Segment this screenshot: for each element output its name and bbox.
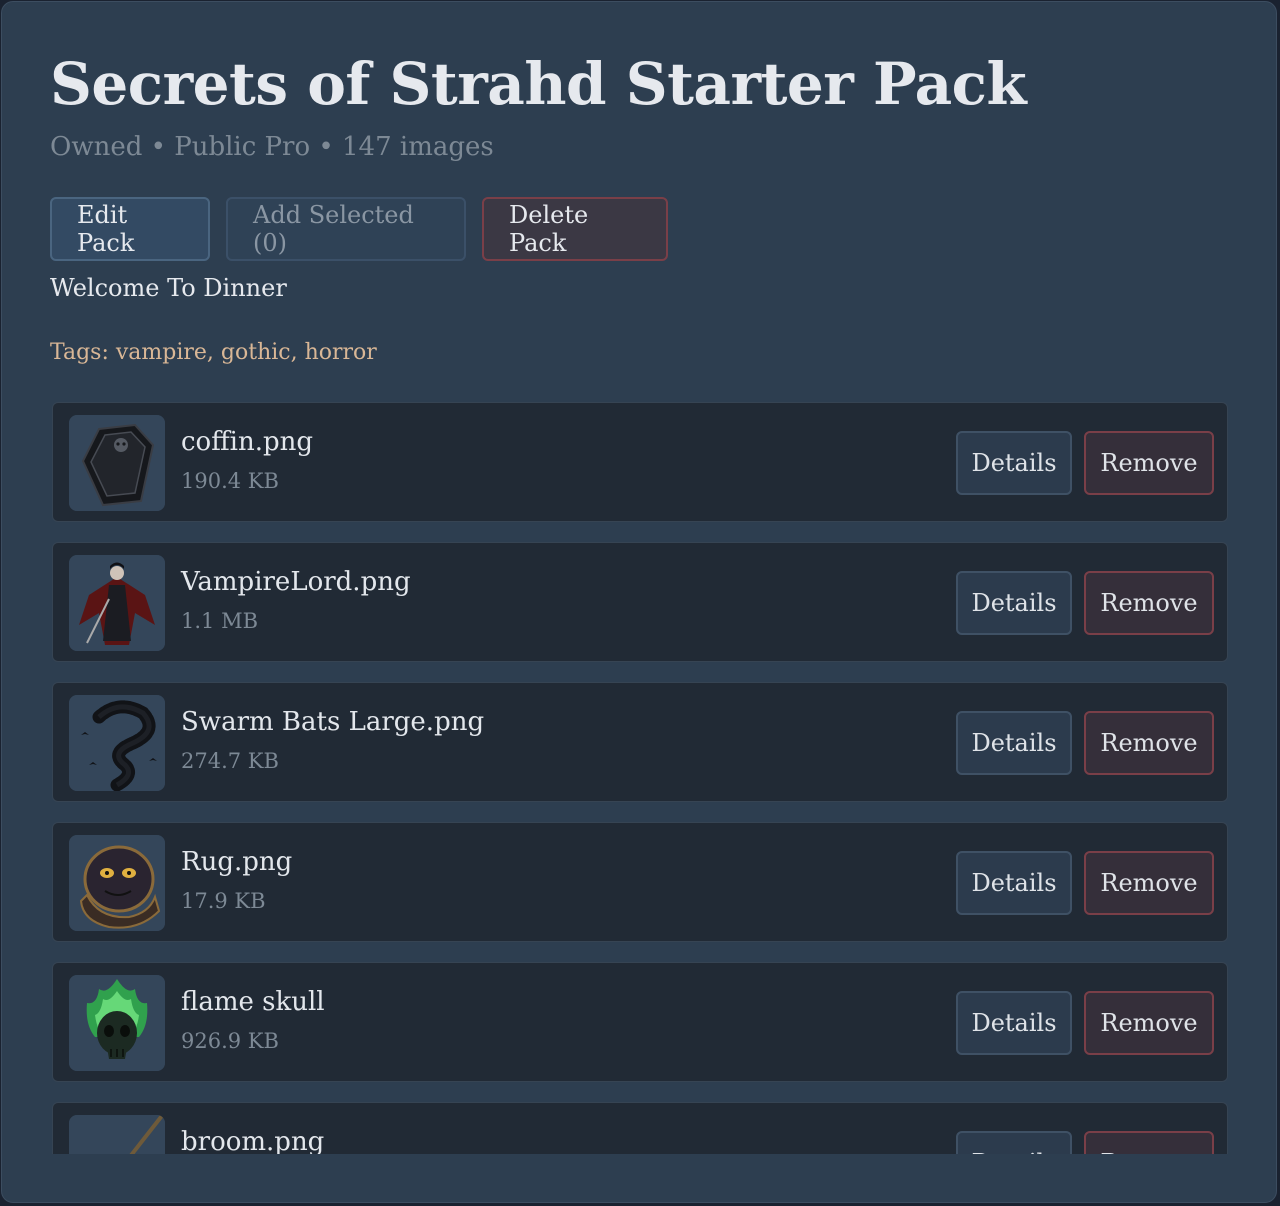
coffin-thumbnail: [69, 415, 165, 511]
rug-thumbnail: [69, 835, 165, 931]
delete-pack-button[interactable]: Delete Pack: [482, 197, 668, 261]
details-button[interactable]: Details: [956, 851, 1072, 915]
image-name: broom.png: [181, 1127, 325, 1154]
list-item: coffin.png 190.4 KB Details Remove: [52, 402, 1228, 522]
vampire-lord-thumbnail: [69, 555, 165, 651]
image-name: coffin.png: [181, 427, 314, 457]
edit-pack-button[interactable]: Edit Pack: [50, 197, 210, 261]
list-item: Swarm Bats Large.png 274.7 KB Details Re…: [52, 682, 1228, 802]
remove-button[interactable]: Remove: [1084, 431, 1214, 495]
pack-actions: Edit Pack Add Selected (0) Delete Pack: [50, 197, 668, 261]
image-size: 926.9 KB: [181, 1029, 279, 1053]
image-name: Rug.png: [181, 847, 293, 877]
pack-tags: Tags: vampire, gothic, horror: [50, 340, 377, 365]
remove-button[interactable]: Remove: [1084, 1131, 1214, 1154]
bat-swarm-thumbnail: [69, 695, 165, 791]
remove-button[interactable]: Remove: [1084, 571, 1214, 635]
details-button[interactable]: Details: [956, 991, 1072, 1055]
pack-panel: Secrets of Strahd Starter Pack Owned • P…: [1, 1, 1277, 1203]
add-selected-button[interactable]: Add Selected (0): [226, 197, 466, 261]
image-size: 274.7 KB: [181, 749, 279, 773]
pack-meta: Owned • Public Pro • 147 images: [50, 132, 494, 162]
details-button[interactable]: Details: [956, 571, 1072, 635]
details-button[interactable]: Details: [956, 431, 1072, 495]
flame-skull-thumbnail: [69, 975, 165, 1071]
image-size: 190.4 KB: [181, 469, 279, 493]
list-item: broom.png Details Remove: [52, 1102, 1228, 1154]
image-list[interactable]: coffin.png 190.4 KB Details Remove Vampi…: [50, 402, 1230, 1154]
details-button[interactable]: Details: [956, 1131, 1072, 1154]
list-item: VampireLord.png 1.1 MB Details Remove: [52, 542, 1228, 662]
list-item: flame skull 926.9 KB Details Remove: [52, 962, 1228, 1082]
image-name: Swarm Bats Large.png: [181, 707, 485, 737]
remove-button[interactable]: Remove: [1084, 991, 1214, 1055]
image-name: flame skull: [181, 987, 325, 1017]
image-name: VampireLord.png: [181, 567, 411, 597]
image-size: 17.9 KB: [181, 889, 266, 913]
list-item: Rug.png 17.9 KB Details Remove: [52, 822, 1228, 942]
details-button[interactable]: Details: [956, 711, 1072, 775]
remove-button[interactable]: Remove: [1084, 851, 1214, 915]
page-title: Secrets of Strahd Starter Pack: [50, 50, 1027, 118]
pack-description: Welcome To Dinner: [50, 274, 287, 302]
image-size: 1.1 MB: [181, 609, 259, 633]
remove-button[interactable]: Remove: [1084, 711, 1214, 775]
broom-thumbnail: [69, 1115, 165, 1154]
